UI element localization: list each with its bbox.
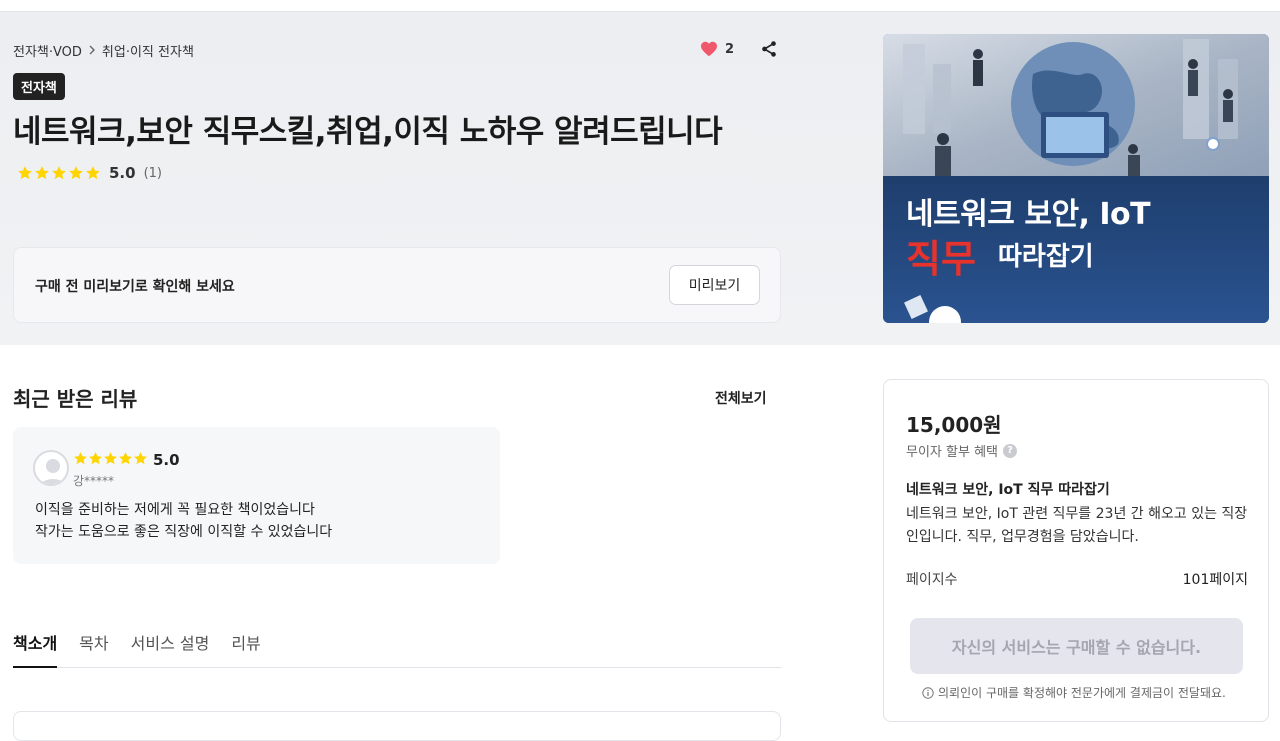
- cover-title-line2: 직무: [906, 237, 976, 281]
- rating-summary: 5.0 (1): [17, 164, 162, 182]
- star-icon: [134, 452, 147, 465]
- top-nav-border: [0, 0, 1280, 12]
- preview-text: 구매 전 미리보기로 확인해 보세요: [35, 279, 235, 295]
- cover-title-line3: 따라잡기: [998, 242, 1094, 272]
- breadcrumb: 전자책·VOD 취업·이직 전자책: [13, 41, 194, 60]
- star-rating: [17, 165, 101, 181]
- help-icon[interactable]: ?: [1003, 443, 1017, 458]
- rating-score: 5.0: [109, 164, 136, 182]
- star-icon: [89, 452, 102, 465]
- star-icon: [52, 166, 66, 180]
- review-text-line: 이직을 준비하는 저에게 꼭 필요한 책이었습니다: [35, 502, 315, 518]
- purchase-button[interactable]: 자신의 서비스는 구매할 수 없습니다.: [910, 618, 1243, 674]
- purchase-notice: 의뢰인이 구매를 확정해야 전문가에게 결제금이 전달돼요.: [922, 684, 1226, 701]
- installment-info: 무이자 할부 혜택 ?: [906, 441, 1017, 460]
- price: 15,000원: [906, 413, 1002, 437]
- content-section-box: [13, 711, 781, 741]
- review-text: 이직을 준비하는 저에게 꼭 필요한 책이었습니다 작가는 도움으로 좋은 직장…: [35, 499, 332, 543]
- review-star-rating: [73, 451, 148, 466]
- review-text-line: 작가는 도움으로 좋은 직장에 이직할 수 있었습니다: [35, 524, 333, 540]
- star-icon: [86, 166, 100, 180]
- package-title: 네트워크 보안, IoT 직무 따라잡기: [906, 482, 1110, 498]
- page-count-label: 페이지수: [906, 572, 958, 588]
- package-description: 네트워크 보안, IoT 관련 직무를 23년 간 해오고 있는 직장인입니다.…: [906, 506, 1248, 545]
- view-all-reviews-link[interactable]: 전체보기: [715, 388, 767, 408]
- info-icon: [922, 686, 934, 699]
- breadcrumb-subcategory[interactable]: 취업·이직 전자책: [102, 41, 194, 60]
- star-icon: [104, 452, 117, 465]
- cover-illustration: [883, 34, 1269, 176]
- share-icon[interactable]: [760, 40, 778, 58]
- preview-button[interactable]: 미리보기: [669, 265, 760, 305]
- tab-reviews[interactable]: 리뷰: [231, 628, 260, 668]
- review-score: 5.0: [153, 451, 180, 469]
- cover-logo-icon: [904, 295, 961, 323]
- header-actions: 2: [700, 40, 778, 58]
- preview-banner: 구매 전 미리보기로 확인해 보세요 미리보기: [13, 247, 781, 323]
- page-count-value: 101페이지: [1182, 572, 1248, 588]
- tab-service-description[interactable]: 서비스 설명: [131, 628, 210, 668]
- chevron-right-icon: [88, 44, 96, 58]
- star-icon: [69, 166, 83, 180]
- tab-book-intro[interactable]: 책소개: [13, 628, 58, 668]
- page-count-row: 페이지수 101페이지: [906, 569, 1248, 589]
- breadcrumb-category[interactable]: 전자책·VOD: [13, 41, 82, 60]
- star-icon: [18, 166, 32, 180]
- heart-icon: [700, 41, 718, 57]
- star-icon: [119, 452, 132, 465]
- purchase-panel: 15,000원 무이자 할부 혜택 ? 네트워크 보안, IoT 직무 따라잡기…: [883, 379, 1269, 722]
- content-tabs: 책소개 목차 서비스 설명 리뷰: [13, 628, 781, 668]
- page-title: 네트워크,보안 직무스킬,취업,이직 노하우 알려드립니다: [13, 114, 723, 150]
- reviewer-name: 강*****: [73, 474, 115, 488]
- star-icon: [74, 452, 87, 465]
- like-count: 2: [725, 41, 735, 57]
- like-button[interactable]: 2: [700, 41, 734, 57]
- star-icon: [35, 166, 49, 180]
- tab-contents[interactable]: 목차: [79, 628, 108, 668]
- installment-label: 무이자 할부 혜택: [906, 445, 998, 460]
- ebook-badge: 전자책: [13, 73, 65, 100]
- avatar: [33, 450, 69, 486]
- book-cover-image[interactable]: 네트워크 보안, IoT 직무 따라잡기: [883, 34, 1269, 323]
- recent-reviews-title: 최근 받은 리뷰: [13, 387, 138, 411]
- review-card: 5.0 강***** 이직을 준비하는 저에게 꼭 필요한 책이었습니다 작가는…: [13, 427, 500, 564]
- rating-count: (1): [143, 165, 162, 181]
- purchase-notice-text: 의뢰인이 구매를 확정해야 전문가에게 결제금이 전달돼요.: [938, 686, 1226, 700]
- cover-title-line1: 네트워크 보안, IoT: [906, 197, 1151, 232]
